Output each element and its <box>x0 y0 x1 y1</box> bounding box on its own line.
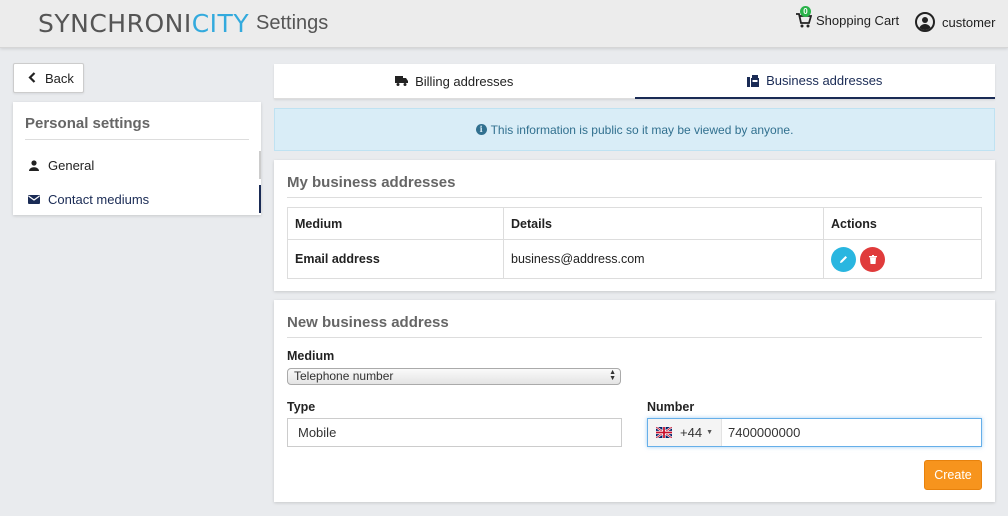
create-button[interactable]: Create <box>924 460 982 490</box>
business-addresses-table: Medium Details Actions Email address bus… <box>287 207 982 279</box>
settings-sidebar: Personal settings General Contact medium… <box>13 102 261 215</box>
country-code-dropdown[interactable]: +44 ▼ <box>648 419 722 446</box>
sidebar-item-contact-mediums[interactable]: Contact mediums <box>13 185 261 213</box>
my-business-addresses-panel: My business addresses Medium Details Act… <box>274 160 995 291</box>
medium-select[interactable]: Telephone number ▲ ▼ <box>287 368 621 385</box>
synchronicity-logo[interactable]: SYNCHRONICITY <box>38 9 249 38</box>
divider <box>287 197 982 198</box>
tab-business-addresses[interactable]: Business addresses <box>634 64 995 99</box>
info-circle-icon: i <box>475 124 487 135</box>
cart-icon: 0 <box>796 6 816 28</box>
user-icon <box>28 159 40 171</box>
cart-label: Shopping Cart <box>816 13 900 28</box>
sidebar-item-general[interactable]: General <box>13 151 261 179</box>
number-label: Number <box>647 400 695 414</box>
public-info-alert: i This information is public so it may b… <box>274 108 995 151</box>
top-bar: SYNCHRONICITY Settings 0 Shopping Cart c… <box>0 0 1008 48</box>
tab-billing-addresses[interactable]: Billing addresses <box>274 64 635 99</box>
type-label: Type <box>287 400 316 414</box>
country-dial-code: +44 <box>680 425 703 440</box>
back-label: Back <box>45 70 74 86</box>
cart-count-badge: 0 <box>800 6 811 17</box>
alert-text: This information is public so it may be … <box>490 122 794 137</box>
back-button[interactable]: Back <box>13 63 84 93</box>
sidebar-item-label: Contact mediums <box>48 191 150 207</box>
fax-icon <box>747 74 760 87</box>
type-field-value: Mobile <box>298 425 337 440</box>
trash-icon <box>868 254 877 264</box>
user-menu[interactable]: customer <box>915 12 995 32</box>
page-title: Settings <box>256 12 329 34</box>
uk-flag-icon <box>656 427 672 438</box>
envelope-icon <box>28 194 40 204</box>
phone-number-field[interactable]: +44 ▼ 7400000000 <box>647 418 982 447</box>
chevron-left-icon <box>28 70 36 86</box>
delete-address-button[interactable] <box>860 246 885 272</box>
divider <box>287 337 982 338</box>
table-header-row: Medium Details Actions <box>287 207 982 240</box>
medium-label: Medium <box>287 349 335 363</box>
divider <box>25 139 249 140</box>
user-circle-icon <box>915 12 935 32</box>
sidebar-title: Personal settings <box>25 115 151 132</box>
column-header-medium: Medium <box>287 207 504 240</box>
select-arrows-icon: ▲ ▼ <box>609 369 616 382</box>
tab-label: Billing addresses <box>415 73 514 89</box>
table-row: Email address business@address.com <box>287 239 982 279</box>
caret-down-icon: ▼ <box>706 429 713 436</box>
new-business-address-panel: New business address Medium Telephone nu… <box>274 300 995 502</box>
medium-select-value: Telephone number <box>294 369 394 383</box>
truck-icon <box>395 76 409 86</box>
panel-title: New business address <box>287 314 449 331</box>
sidebar-item-label: General <box>48 157 95 173</box>
shopping-cart-link[interactable]: 0 Shopping Cart <box>796 6 900 28</box>
type-field[interactable]: Mobile <box>287 418 622 447</box>
cell-medium: Email address <box>287 239 504 279</box>
cell-actions <box>823 239 982 279</box>
phone-number-value: 7400000000 <box>728 425 801 440</box>
panel-title: My business addresses <box>287 174 456 191</box>
tab-label: Business addresses <box>766 73 883 88</box>
cell-details: business@address.com <box>503 239 824 279</box>
column-header-details: Details <box>503 207 824 240</box>
user-name: customer <box>942 14 996 30</box>
column-header-actions: Actions <box>823 207 982 240</box>
pencil-icon <box>840 255 847 263</box>
edit-address-button[interactable] <box>831 246 856 272</box>
address-tabs: Billing addresses Business addresses <box>274 64 995 99</box>
